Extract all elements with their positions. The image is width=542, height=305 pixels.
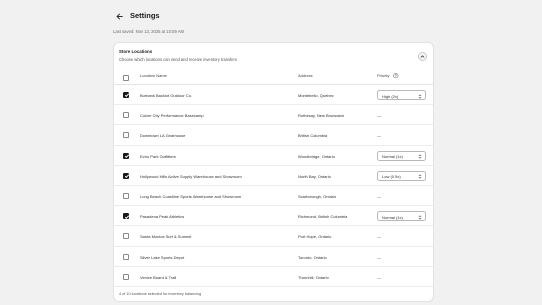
priority-select[interactable]: Normal (1x) [377,150,426,161]
location-address: Woodbridge, Ontario [298,153,335,159]
location-name: Culver City Performance Basecamp [140,113,204,119]
table-row: Santa Monica Surf & Summit Port Hope, Ont… [114,226,433,247]
priority-empty: — [377,274,381,280]
store-locations-card: Store Locations Choose which locations c… [113,42,434,302]
location-name: Venice Board & Trail [140,274,177,280]
page-title: Settings [130,11,160,20]
table-row: Downtown LA Gearhouse British Columbia — [114,125,433,146]
table-row: Echo Park Outfitters Woodbridge, Ontario N… [114,146,433,166]
table-row: Pasadena Peak Athletics Richmond, British… [114,206,433,227]
table-row: Venice Board & Trail Thornhill, Ontario — [114,267,433,287]
page-header: Settings [113,10,160,22]
location-name: Santa Monica Surf & Summit [140,234,192,240]
column-header-name: Location Name [140,73,167,78]
location-name: Echo Park Outfitters [140,153,176,159]
location-name: Silver Lake Sports Depot [140,254,185,260]
location-checkbox[interactable] [123,152,129,159]
priority-value: Normal (1x) [382,154,403,160]
priority-select[interactable]: Low (0.5x) [377,170,426,181]
location-name: Long Beach Coastline Sports Warehouse an… [140,194,242,199]
location-address: Richmond, British Columbia [298,214,348,220]
location-address: Montebello, Quebec [298,93,334,98]
location-checkbox[interactable] [123,172,129,179]
location-name: Downtown LA Gearhouse [140,133,186,139]
location-address: Port Hope, Ontario [298,234,332,240]
table-row: Silver Lake Sports Depot Toronto, Ontario… [114,247,433,267]
select-all-checkbox[interactable] [123,74,129,81]
table-row: Long Beach Coastline Sports Warehouse an… [114,186,433,207]
priority-empty: — [377,254,381,260]
location-address: Rothesay, New Brunswick [298,113,345,119]
help-icon[interactable] [393,72,399,79]
priority-empty: — [377,113,381,119]
location-checkbox[interactable] [123,112,129,119]
priority-select[interactable]: Normal (1x) [377,211,426,222]
priority-select[interactable]: High (2x) [377,90,426,100]
table-header: Location Name Address Priority [114,70,433,85]
location-address: British Columbia [298,133,328,139]
location-address: Toronto, Ontario [298,254,327,260]
select-arrows-icon [418,174,422,179]
select-arrows-icon [418,154,422,159]
priority-value: Low (0.5x) [382,174,401,180]
last-saved-text: Last saved: Nov 13, 2025 at 10:59 AM [113,29,185,34]
location-address: North Bay, Ontario [298,173,331,179]
location-checkbox[interactable] [123,273,129,280]
location-checkbox[interactable] [123,92,129,98]
card-description: Choose which locations can send and rece… [119,57,237,62]
location-checkbox[interactable] [123,213,129,220]
priority-empty: — [377,194,381,199]
column-header-priority: Priority [377,73,390,78]
selection-summary: 4 of 10 locations selected for inventory… [119,292,202,296]
collapse-button[interactable] [418,52,427,61]
settings-page: Settings Last saved: Nov 13, 2025 at 10:… [0,0,542,305]
table-row: Culver City Performance Basecamp Rothesay… [114,105,433,126]
location-checkbox[interactable] [123,233,129,240]
location-address: Thornhill, Ontario [298,274,329,280]
select-arrows-icon [418,94,422,98]
priority-value: High (2x) [382,93,399,99]
location-address: Scarborough, Ontario [298,194,337,199]
priority-empty: — [377,234,381,240]
select-arrows-icon [418,215,422,220]
back-button[interactable] [113,10,125,22]
chevron-up-icon [420,55,425,58]
location-checkbox[interactable] [123,193,129,199]
column-header-address: Address [298,73,313,78]
location-checkbox[interactable] [123,253,129,260]
priority-empty: — [377,133,381,139]
location-name: Hollywood Hills Active Supply Warehouse … [140,173,242,179]
arrow-left-icon [116,13,123,19]
table-row: Hollywood Hills Active Supply Warehouse … [114,166,433,186]
table-row: Burbank Backlot Outdoor Co. Montebello, Q… [114,85,433,106]
location-checkbox[interactable] [123,132,129,139]
location-name: Pasadena Peak Athletics [140,214,185,220]
card-title: Store Locations [119,49,153,54]
location-name: Burbank Backlot Outdoor Co. [140,93,193,98]
priority-value: Normal (1x) [382,214,403,220]
